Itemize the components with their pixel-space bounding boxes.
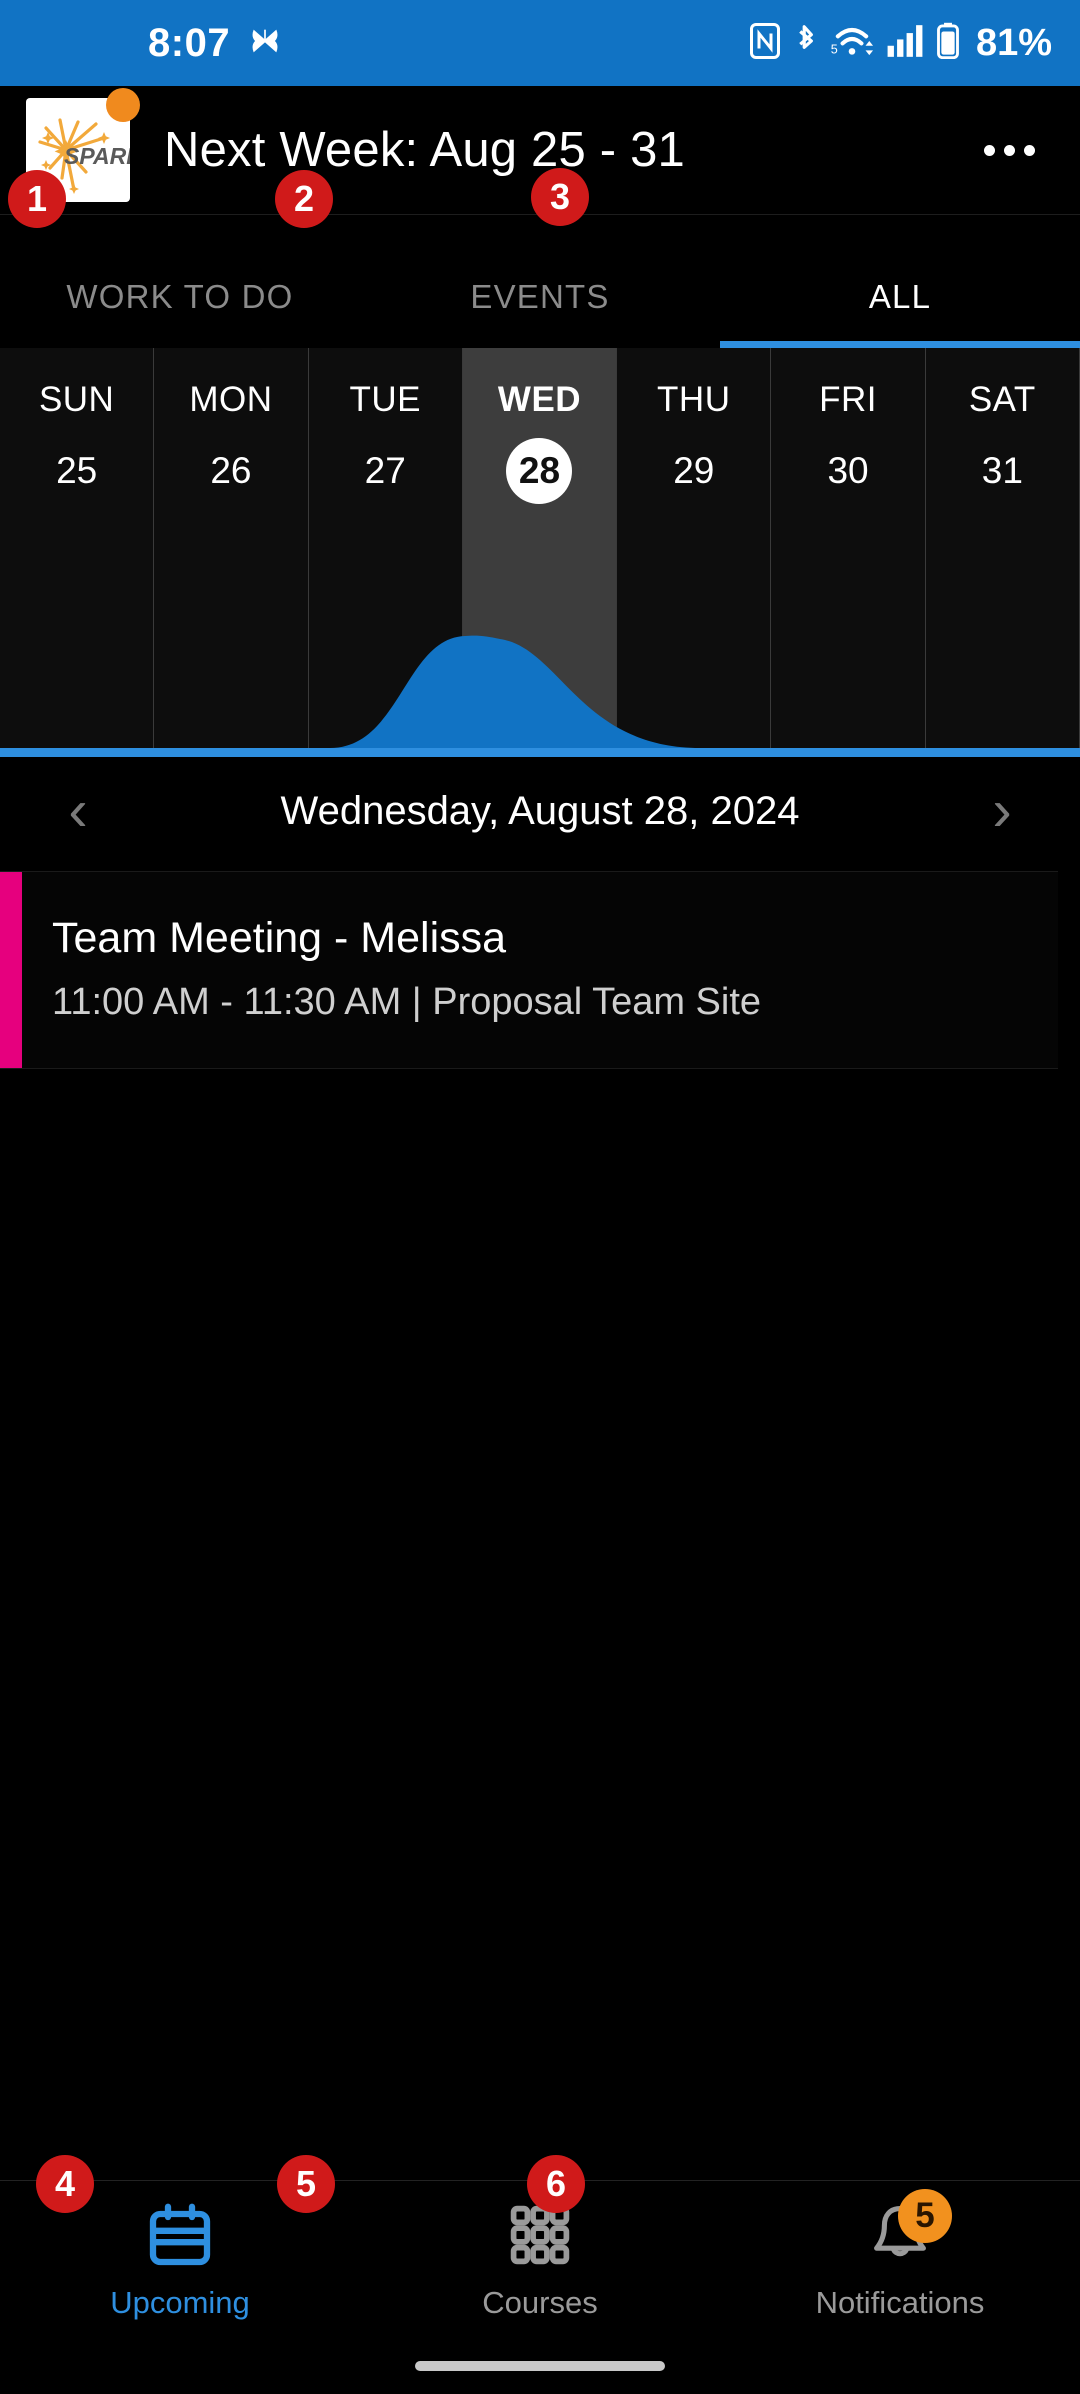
cellular-signal-icon bbox=[886, 23, 924, 64]
tab-events[interactable]: EVENTS bbox=[360, 215, 720, 348]
calendar-icon bbox=[144, 2199, 216, 2271]
gesture-pill bbox=[415, 2361, 665, 2371]
annotation-marker-4: 4 bbox=[36, 2155, 94, 2213]
logo-notification-dot bbox=[106, 88, 140, 122]
day-of-week-label: WED bbox=[497, 380, 582, 419]
tab-bar: WORK TO DO EVENTS ALL bbox=[0, 214, 1080, 348]
bottom-navigation-bar: Upcoming Courses 5 Notifications bbox=[0, 2180, 1080, 2394]
butterfly-icon bbox=[248, 24, 282, 63]
status-clock: 8:07 bbox=[148, 20, 231, 65]
day-column-sat[interactable]: SAT 31 bbox=[926, 348, 1080, 748]
gesture-bar[interactable] bbox=[0, 2338, 1080, 2394]
status-bar-left: 8:07 bbox=[0, 21, 282, 66]
annotation-marker-5: 5 bbox=[277, 2155, 335, 2213]
annotation-marker-6: 6 bbox=[527, 2155, 585, 2213]
notifications-badge: 5 bbox=[898, 2188, 952, 2243]
day-number-label: 25 bbox=[56, 450, 98, 491]
week-strip-baseline bbox=[0, 748, 1080, 757]
svg-text:5: 5 bbox=[831, 42, 838, 56]
day-column-tue[interactable]: TUE 27 bbox=[309, 348, 463, 748]
annotation-marker-2: 2 bbox=[275, 170, 333, 228]
more-options-icon[interactable] bbox=[972, 113, 1046, 187]
event-details: 11:00 AM - 11:30 AM | Proposal Team Site bbox=[52, 981, 762, 1023]
day-number-label: 28 bbox=[506, 438, 573, 504]
date-navigation-bar: ‹ Wednesday, August 28, 2024 › bbox=[0, 757, 1080, 865]
day-of-week-label: TUE bbox=[349, 380, 421, 419]
nfc-icon bbox=[749, 22, 780, 64]
day-of-week-label: FRI bbox=[819, 380, 877, 419]
tab-all[interactable]: ALL bbox=[720, 215, 1080, 348]
event-item[interactable]: Team Meeting - Melissa 11:00 AM - 11:30 … bbox=[0, 871, 1058, 1069]
day-number-label: 26 bbox=[210, 450, 252, 491]
nav-label-notifications: Notifications bbox=[815, 2284, 985, 2320]
app-root: 8:07 5 81% SPAR Next Week: Aug 25 - 31 W… bbox=[0, 0, 1080, 2394]
bluetooth-icon bbox=[792, 22, 818, 65]
tab-work-to-do[interactable]: WORK TO DO bbox=[0, 215, 360, 348]
status-bar-right: 5 81% bbox=[749, 21, 1052, 65]
day-of-week-label: THU bbox=[657, 380, 731, 419]
day-column-fri[interactable]: FRI 30 bbox=[771, 348, 926, 748]
day-number-label: 27 bbox=[364, 450, 406, 491]
nav-label-upcoming: Upcoming bbox=[110, 2284, 250, 2320]
day-number-label: 31 bbox=[981, 450, 1023, 491]
nav-item-notifications[interactable]: 5 Notifications bbox=[720, 2181, 1080, 2338]
day-of-week-label: SAT bbox=[968, 380, 1036, 419]
day-column-thu[interactable]: THU 29 bbox=[617, 348, 772, 748]
next-day-icon[interactable]: › bbox=[972, 782, 1032, 840]
bell-icon: 5 bbox=[864, 2188, 952, 2271]
day-of-week-label: SUN bbox=[38, 380, 115, 419]
current-date-label: Wednesday, August 28, 2024 bbox=[280, 788, 800, 833]
week-day-strip: SUN 25 MON 26 TUE 27 WED 28 THU 29 FRI 3… bbox=[0, 348, 1080, 748]
day-column-mon[interactable]: MON 26 bbox=[154, 348, 309, 748]
annotation-marker-1: 1 bbox=[8, 170, 66, 228]
day-number-label: 30 bbox=[827, 450, 869, 491]
nav-label-courses: Courses bbox=[482, 2284, 598, 2320]
event-list: Team Meeting - Melissa 11:00 AM - 11:30 … bbox=[0, 865, 1080, 1069]
battery-icon bbox=[936, 22, 960, 65]
annotation-marker-3: 3 bbox=[531, 168, 589, 226]
event-title: Team Meeting - Melissa bbox=[52, 914, 507, 962]
battery-percent: 81% bbox=[975, 21, 1052, 64]
day-of-week-label: MON bbox=[189, 380, 273, 419]
svg-text:SPARK: SPARK bbox=[64, 143, 130, 169]
event-accent-bar bbox=[0, 872, 22, 1068]
day-number-label: 29 bbox=[673, 450, 715, 491]
previous-day-icon[interactable]: ‹ bbox=[48, 782, 108, 840]
day-column-sun[interactable]: SUN 25 bbox=[0, 348, 155, 748]
day-column-wed[interactable]: WED 28 bbox=[462, 348, 618, 748]
wifi-5ghz-icon: 5 bbox=[830, 22, 874, 65]
tab-active-indicator bbox=[719, 341, 1080, 348]
status-bar: 8:07 5 81% bbox=[0, 0, 1080, 86]
